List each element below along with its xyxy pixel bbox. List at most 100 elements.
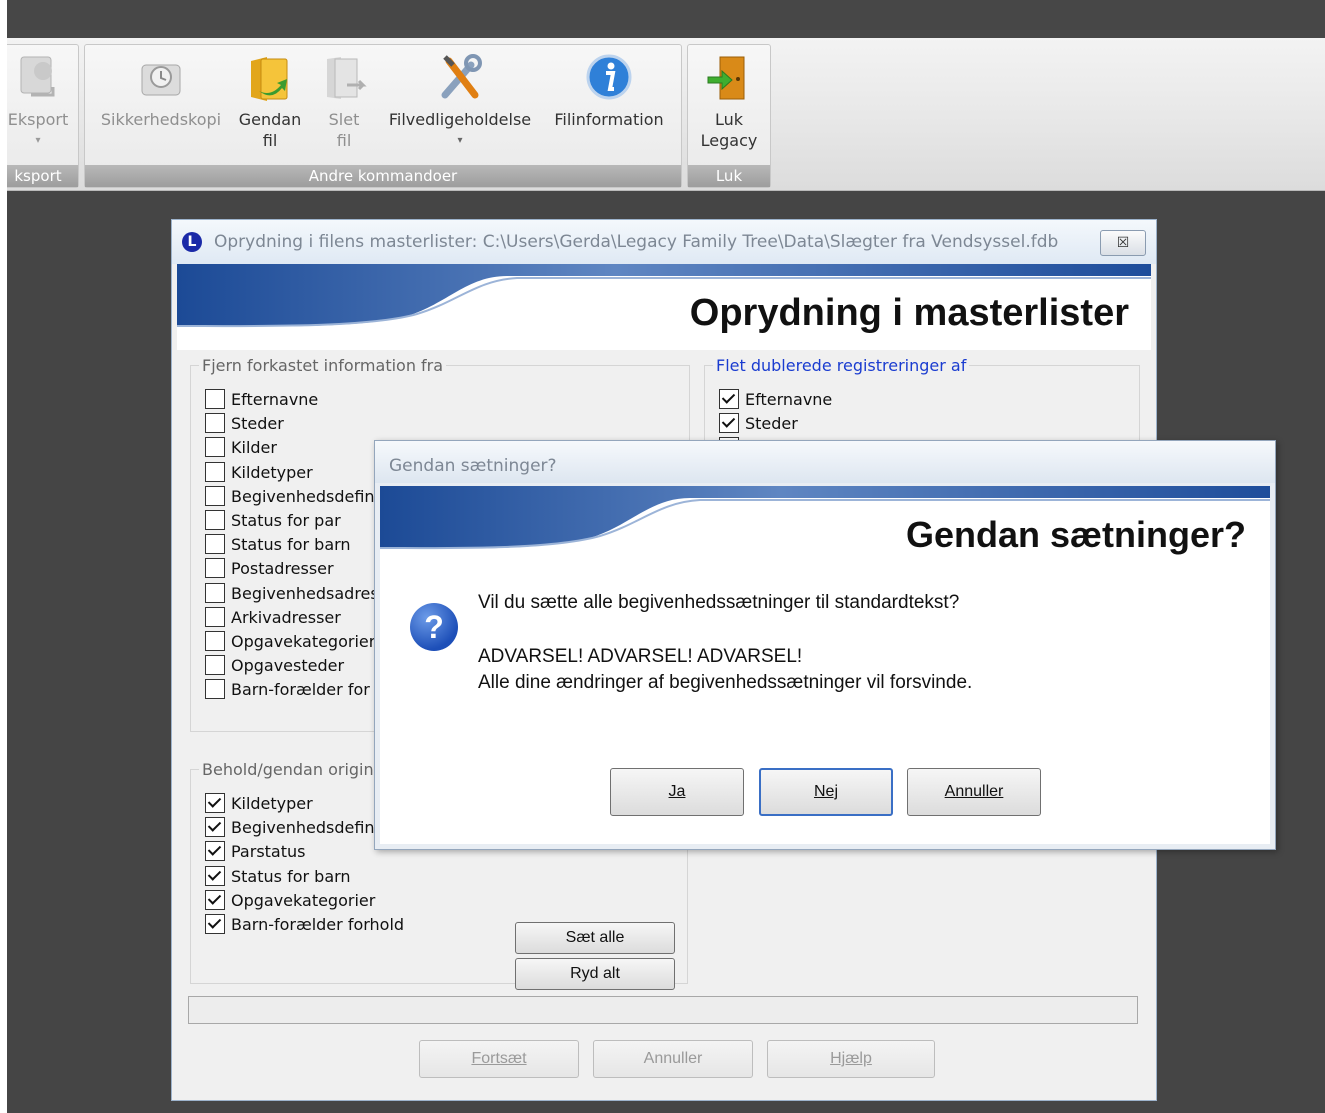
ribbon-group-other-commands: Sikkerhedskopi Gendan fil Slet fil Filve… (84, 44, 682, 188)
restore-file-label-2: fil (262, 131, 278, 150)
checkbox-row[interactable]: Status for barn (205, 865, 351, 890)
checkbox[interactable] (205, 558, 225, 579)
checkbox[interactable] (205, 865, 225, 886)
dialog-titlebar: L Oprydning i filens masterlister: C:\Us… (172, 220, 1156, 264)
checkbox[interactable] (205, 793, 225, 813)
yes-button[interactable]: Ja (610, 768, 744, 816)
exit-door-icon (707, 56, 745, 100)
checkbox-label: Opgavesteder (231, 656, 345, 676)
checkbox-row[interactable]: Opgavesteder (205, 655, 375, 679)
export-icon (20, 56, 55, 97)
title-strip (0, 0, 1325, 38)
checkbox-row[interactable]: Status for par (205, 510, 375, 534)
checkbox-label: Barn-forælder for (231, 680, 370, 700)
checkbox-row[interactable]: Parstatus (205, 841, 305, 865)
checkbox[interactable] (205, 389, 225, 409)
checkbox-row[interactable]: Begivenhedsadres (205, 582, 375, 607)
delete-file-label-2: fil (336, 131, 352, 150)
left-edge (0, 0, 7, 1113)
confirm-message-warning: ADVARSEL! ADVARSEL! ADVARSEL! (478, 646, 803, 667)
backup-button[interactable]: Sikkerhedskopi (91, 51, 231, 130)
checkbox-row[interactable]: Efternavne (205, 389, 375, 413)
close-legacy-label-1: Luk (714, 110, 744, 129)
checkbox-row[interactable]: Opgavekategorier (205, 889, 376, 914)
restore-folder-icon (251, 57, 288, 101)
restore-file-label-1: Gendan (238, 110, 302, 129)
file-maintenance-button[interactable]: Filvedligeholdelse ▾ (375, 51, 545, 151)
checkbox-row[interactable]: Opgavekategorier (205, 631, 375, 655)
checkbox-row[interactable]: Efternavne (719, 389, 832, 413)
checkbox-row[interactable]: Steder (205, 413, 375, 437)
export-button[interactable]: Eksport ▾ (2, 51, 74, 151)
checkbox-label: Steder (745, 414, 798, 434)
checkbox-row[interactable]: Steder (719, 413, 798, 437)
confirm-cancel-button[interactable]: Annuller (907, 768, 1041, 816)
delete-file-button[interactable]: Slet fil (313, 51, 375, 151)
merge-group-legend: Flet dublerede registreringer af (716, 356, 967, 375)
checkbox-label: Arkivadresser (231, 607, 341, 627)
checkbox-label: Kildetyper (231, 794, 313, 813)
close-legacy-button[interactable]: Luk Legacy (692, 51, 766, 151)
dropdown-arrow-icon: ▾ (457, 135, 463, 146)
checkbox[interactable] (205, 841, 225, 862)
confirm-cancel-label: Annuller (944, 783, 1004, 800)
checkbox[interactable] (719, 389, 739, 409)
no-button[interactable]: Nej (759, 768, 893, 816)
checkbox[interactable] (205, 679, 225, 700)
tools-icon (441, 54, 482, 99)
confirm-body: Gendan sætninger? ? Vil du sætte alle be… (380, 486, 1270, 844)
checkbox[interactable] (205, 889, 225, 910)
group-label-export: ksport (0, 165, 78, 187)
ribbon-group-export: Eksport ▾ ksport (0, 44, 79, 188)
restore-file-button[interactable]: Gendan fil (230, 51, 310, 151)
checkbox[interactable] (205, 510, 225, 530)
checkbox-label: Kilder (231, 438, 277, 458)
dialog-banner: Oprydning i masterlister (177, 264, 1151, 350)
checkbox[interactable] (205, 461, 225, 482)
checkbox[interactable] (205, 485, 225, 506)
checkbox-label: Status for barn (231, 535, 351, 555)
confirm-banner: Gendan sætninger? (380, 486, 1270, 570)
checkbox-label: Barn-forælder forhold (231, 915, 405, 934)
file-maintenance-label: Filvedligeholdelse (388, 110, 532, 129)
checkbox-row[interactable]: Barn-forælder for (205, 679, 375, 703)
continue-button[interactable]: Fortsæt (419, 1040, 579, 1078)
confirm-message-detail: Alle dine ændringer af begivenhedssætnin… (478, 672, 973, 693)
checkbox-row[interactable]: Kildetyper (205, 461, 375, 486)
checkbox[interactable] (205, 631, 225, 651)
confirm-titlebar: Gendan sætninger? (375, 441, 1275, 483)
clear-all-button[interactable]: Ryd alt (515, 958, 675, 990)
close-legacy-label-2: Legacy (700, 131, 758, 150)
set-all-button[interactable]: Sæt alle (515, 922, 675, 954)
file-information-button[interactable]: Filinformation (543, 51, 675, 130)
delete-file-icon (327, 57, 367, 99)
checkbox[interactable] (205, 817, 225, 838)
checkbox-label: Opgavekategorier (231, 890, 376, 910)
progress-bar (188, 996, 1138, 1024)
checkbox[interactable] (719, 413, 739, 434)
group-label-other-commands: Andre kommandoer (85, 165, 681, 187)
checkbox[interactable] (205, 413, 225, 434)
checkbox[interactable] (205, 437, 225, 458)
checkbox-row[interactable]: Kilder (205, 437, 375, 461)
checkbox-label: Postadresser (231, 559, 334, 579)
checkbox-row[interactable]: Begivenhedsdefin (205, 485, 375, 510)
close-button[interactable]: ☒ (1100, 230, 1146, 256)
help-button[interactable]: Hjælp (767, 1040, 935, 1078)
checkbox[interactable] (205, 914, 225, 934)
checkbox[interactable] (205, 606, 225, 627)
cancel-button[interactable]: Annuller (593, 1040, 753, 1078)
ribbon: Eksport ▾ ksport Sikkerhedskopi Gendan f… (0, 38, 1325, 191)
delete-file-label-1: Slet (328, 110, 360, 129)
checkbox-row[interactable]: Postadresser (205, 558, 375, 582)
checkbox-row[interactable]: Status for barn (205, 534, 375, 558)
checkbox[interactable] (205, 582, 225, 603)
checkbox[interactable] (205, 655, 225, 676)
checkbox-row[interactable]: Barn-forælder forhold (205, 914, 404, 938)
checkbox-row[interactable]: Begivenhedsdefin (205, 817, 375, 841)
checkbox[interactable] (205, 534, 225, 555)
checkbox-row[interactable]: Arkivadresser (205, 606, 375, 631)
checkbox-row[interactable]: Kildetyper (205, 793, 313, 817)
checkbox-label: Steder (231, 414, 284, 434)
checkbox-label: Status for barn (231, 866, 351, 886)
